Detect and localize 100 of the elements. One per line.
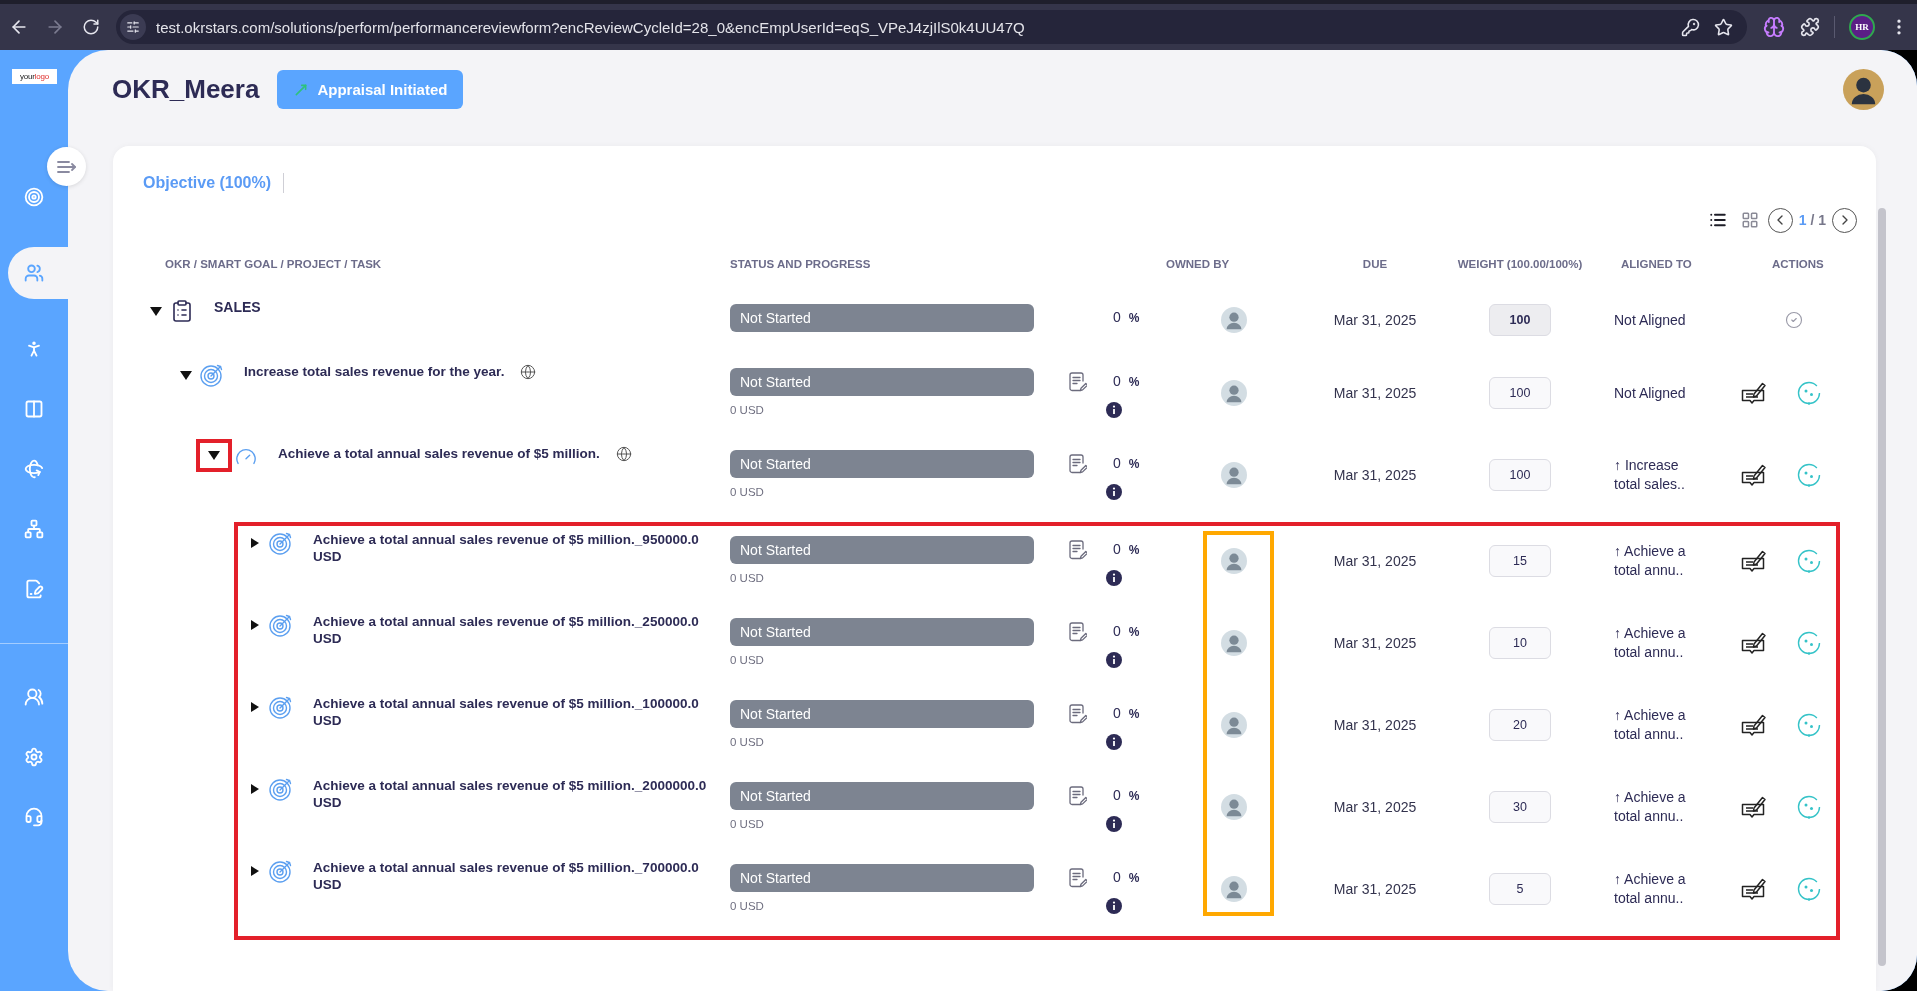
lines-arrow-icon[interactable] bbox=[56, 159, 77, 174]
group-icon[interactable] bbox=[24, 687, 44, 707]
due-date: Mar 31, 2025 bbox=[1333, 385, 1417, 401]
rotate-icon[interactable] bbox=[24, 459, 44, 479]
progress-percent: 0 % bbox=[1113, 623, 1140, 640]
weight-field[interactable]: 100 bbox=[1489, 377, 1551, 409]
site-info-button[interactable] bbox=[120, 14, 146, 40]
avatar-placeholder bbox=[1221, 548, 1247, 574]
edit-note-icon[interactable] bbox=[1741, 713, 1767, 737]
column-header: WEIGHT (100.00/100%) bbox=[1457, 258, 1583, 270]
hierarchy-icon[interactable] bbox=[24, 519, 44, 539]
avatar-placeholder bbox=[1221, 307, 1247, 333]
column-header: STATUS AND PROGRESS bbox=[730, 258, 871, 270]
goal-title: Achieve a total annual sales revenue of $5 million._700000.0 USD bbox=[313, 859, 700, 893]
avatar-placeholder bbox=[1221, 630, 1247, 656]
note-edit-icon[interactable] bbox=[1069, 454, 1087, 474]
scrollbar[interactable] bbox=[1878, 208, 1886, 966]
avatar-placeholder bbox=[1843, 69, 1884, 110]
note-edit-icon[interactable] bbox=[1069, 622, 1087, 642]
address-bar[interactable]: test.okrstars.com/solutions/perform/performancereviewform?encReviewCycleId=28_0&encEmpUserId=eqS_VPeJ4zjIlS0k4UU47Q bbox=[116, 10, 1747, 44]
progress-percent: 0 % bbox=[1113, 787, 1140, 804]
goal-title: SALES bbox=[214, 299, 261, 316]
column-header: OWNED BY bbox=[1166, 258, 1230, 270]
edit-note-icon[interactable] bbox=[1741, 795, 1767, 819]
columns-icon[interactable] bbox=[24, 399, 44, 419]
status-bar: Not Started bbox=[730, 536, 1034, 564]
weight-field[interactable]: 10 bbox=[1489, 627, 1551, 659]
note-edit-icon[interactable] bbox=[1069, 786, 1087, 806]
note-edit-icon[interactable] bbox=[1069, 540, 1087, 560]
progress-percent: 0 % bbox=[1113, 869, 1140, 886]
goal-title: Achieve a total annual sales revenue of $5 million._250000.0 USD bbox=[313, 613, 700, 647]
list-view-icon[interactable] bbox=[1708, 211, 1727, 229]
caret-right-icon[interactable] bbox=[251, 538, 259, 548]
circle-dots-icon[interactable] bbox=[1797, 713, 1821, 737]
clipboard-icon bbox=[170, 299, 194, 323]
note-edit-icon[interactable] bbox=[1069, 372, 1087, 392]
edit-note-icon[interactable] bbox=[1741, 463, 1767, 487]
goal-title: Achieve a total annual sales revenue of $5 million._950000.0 USD bbox=[313, 531, 700, 565]
info-icon[interactable] bbox=[1106, 484, 1122, 500]
weight-field[interactable]: 15 bbox=[1489, 545, 1551, 577]
info-icon[interactable] bbox=[1106, 402, 1122, 418]
brain-icon[interactable] bbox=[1763, 16, 1785, 38]
caret-right-icon[interactable] bbox=[251, 784, 259, 794]
circle-dots-icon[interactable] bbox=[1797, 549, 1821, 573]
info-icon[interactable] bbox=[1106, 570, 1122, 586]
edit-note-icon[interactable] bbox=[1741, 381, 1767, 405]
info-icon[interactable] bbox=[1106, 816, 1122, 832]
progress-percent: 0 % bbox=[1113, 705, 1140, 722]
info-icon[interactable] bbox=[1106, 898, 1122, 914]
headset-icon[interactable] bbox=[24, 807, 44, 827]
info-icon[interactable] bbox=[1106, 652, 1122, 668]
status-bar: Not Started bbox=[730, 368, 1034, 396]
due-date: Mar 31, 2025 bbox=[1333, 717, 1417, 733]
circle-dots-icon[interactable] bbox=[1797, 463, 1821, 487]
page-indicator: 1 / 1 bbox=[1798, 212, 1826, 228]
check-circle-icon[interactable] bbox=[1785, 311, 1803, 329]
progress-percent: 0 % bbox=[1113, 309, 1140, 326]
status-bar: Not Started bbox=[730, 700, 1034, 728]
puzzle-icon[interactable] bbox=[1800, 17, 1820, 37]
circle-dots-icon[interactable] bbox=[1797, 631, 1821, 655]
circle-dots-icon[interactable] bbox=[1797, 795, 1821, 819]
caret-down-icon[interactable] bbox=[180, 370, 192, 380]
due-date: Mar 31, 2025 bbox=[1333, 881, 1417, 897]
weight-field[interactable]: 100 bbox=[1489, 459, 1551, 491]
target-icon[interactable] bbox=[24, 187, 44, 207]
key-icon[interactable] bbox=[1681, 17, 1700, 37]
caret-right-icon[interactable] bbox=[251, 866, 259, 876]
settings-icon[interactable] bbox=[24, 747, 44, 767]
star-icon[interactable] bbox=[1714, 17, 1733, 37]
amount-text: 0 USD bbox=[730, 736, 764, 748]
document-edit-icon[interactable] bbox=[24, 579, 44, 599]
weight-field: 100 bbox=[1489, 304, 1551, 336]
circle-dots-icon[interactable] bbox=[1797, 877, 1821, 901]
caret-down-icon[interactable] bbox=[208, 451, 220, 460]
note-edit-icon[interactable] bbox=[1069, 704, 1087, 724]
weight-field[interactable]: 20 bbox=[1489, 709, 1551, 741]
caret-right-icon[interactable] bbox=[251, 620, 259, 630]
target-icon bbox=[269, 859, 293, 883]
progress-percent: 0 % bbox=[1113, 373, 1140, 390]
url-text[interactable]: test.okrstars.com/solutions/perform/performancereviewform?encReviewCycleId=28_0&encEmpUserId=eqS_VPeJ4zjIlS0k4UU47Q bbox=[156, 18, 1025, 36]
circle-dots-icon[interactable] bbox=[1797, 381, 1821, 405]
column-header: DUE bbox=[1362, 258, 1388, 270]
aligned-to-text: Not Aligned bbox=[1614, 310, 1687, 330]
goal-title: Achieve a total annual sales revenue of $5 million._100000.0 USD bbox=[313, 695, 700, 729]
sliders-icon[interactable] bbox=[126, 20, 140, 34]
caret-right-icon[interactable] bbox=[251, 702, 259, 712]
info-icon[interactable] bbox=[1106, 734, 1122, 750]
edit-note-icon[interactable] bbox=[1741, 549, 1767, 573]
weight-field[interactable]: 5 bbox=[1489, 873, 1551, 905]
caret-down-icon[interactable] bbox=[150, 306, 162, 316]
target-icon bbox=[200, 363, 224, 387]
reload-icon[interactable] bbox=[82, 18, 100, 36]
grid-view-icon[interactable] bbox=[1740, 211, 1759, 229]
avatar-placeholder bbox=[1221, 876, 1247, 902]
edit-note-icon[interactable] bbox=[1741, 877, 1767, 901]
note-edit-icon[interactable] bbox=[1069, 868, 1087, 888]
target-icon bbox=[269, 531, 293, 555]
edit-note-icon[interactable] bbox=[1741, 631, 1767, 655]
weight-field[interactable]: 30 bbox=[1489, 791, 1551, 823]
profile-button[interactable]: HR bbox=[1849, 14, 1875, 40]
